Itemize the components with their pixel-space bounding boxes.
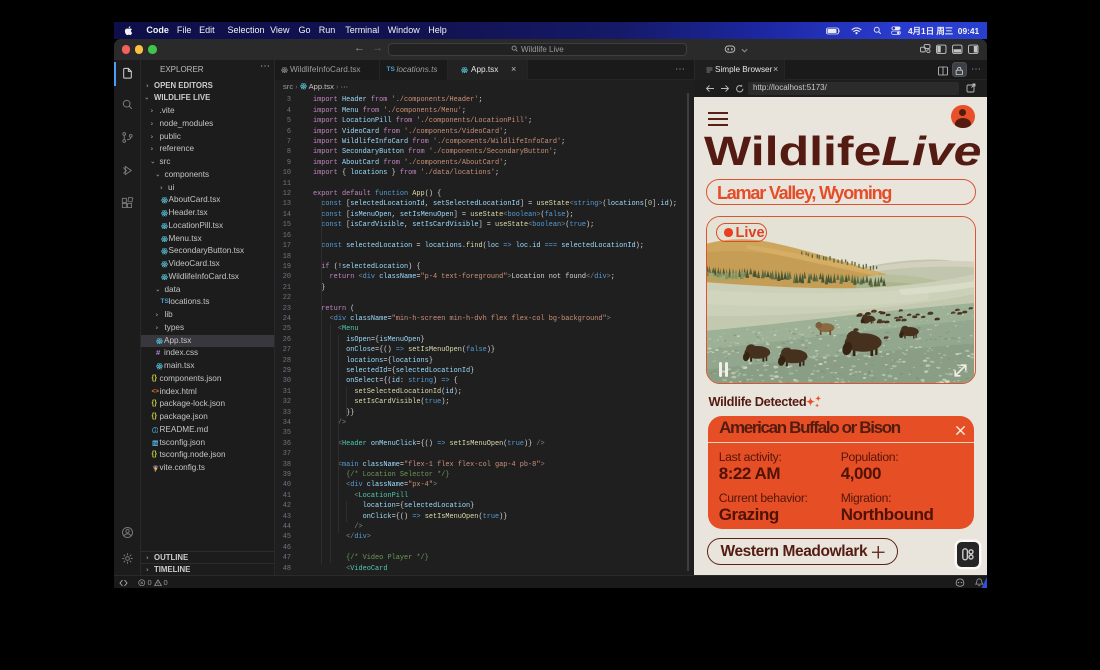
svg-text:TS: TS: [152, 441, 157, 446]
